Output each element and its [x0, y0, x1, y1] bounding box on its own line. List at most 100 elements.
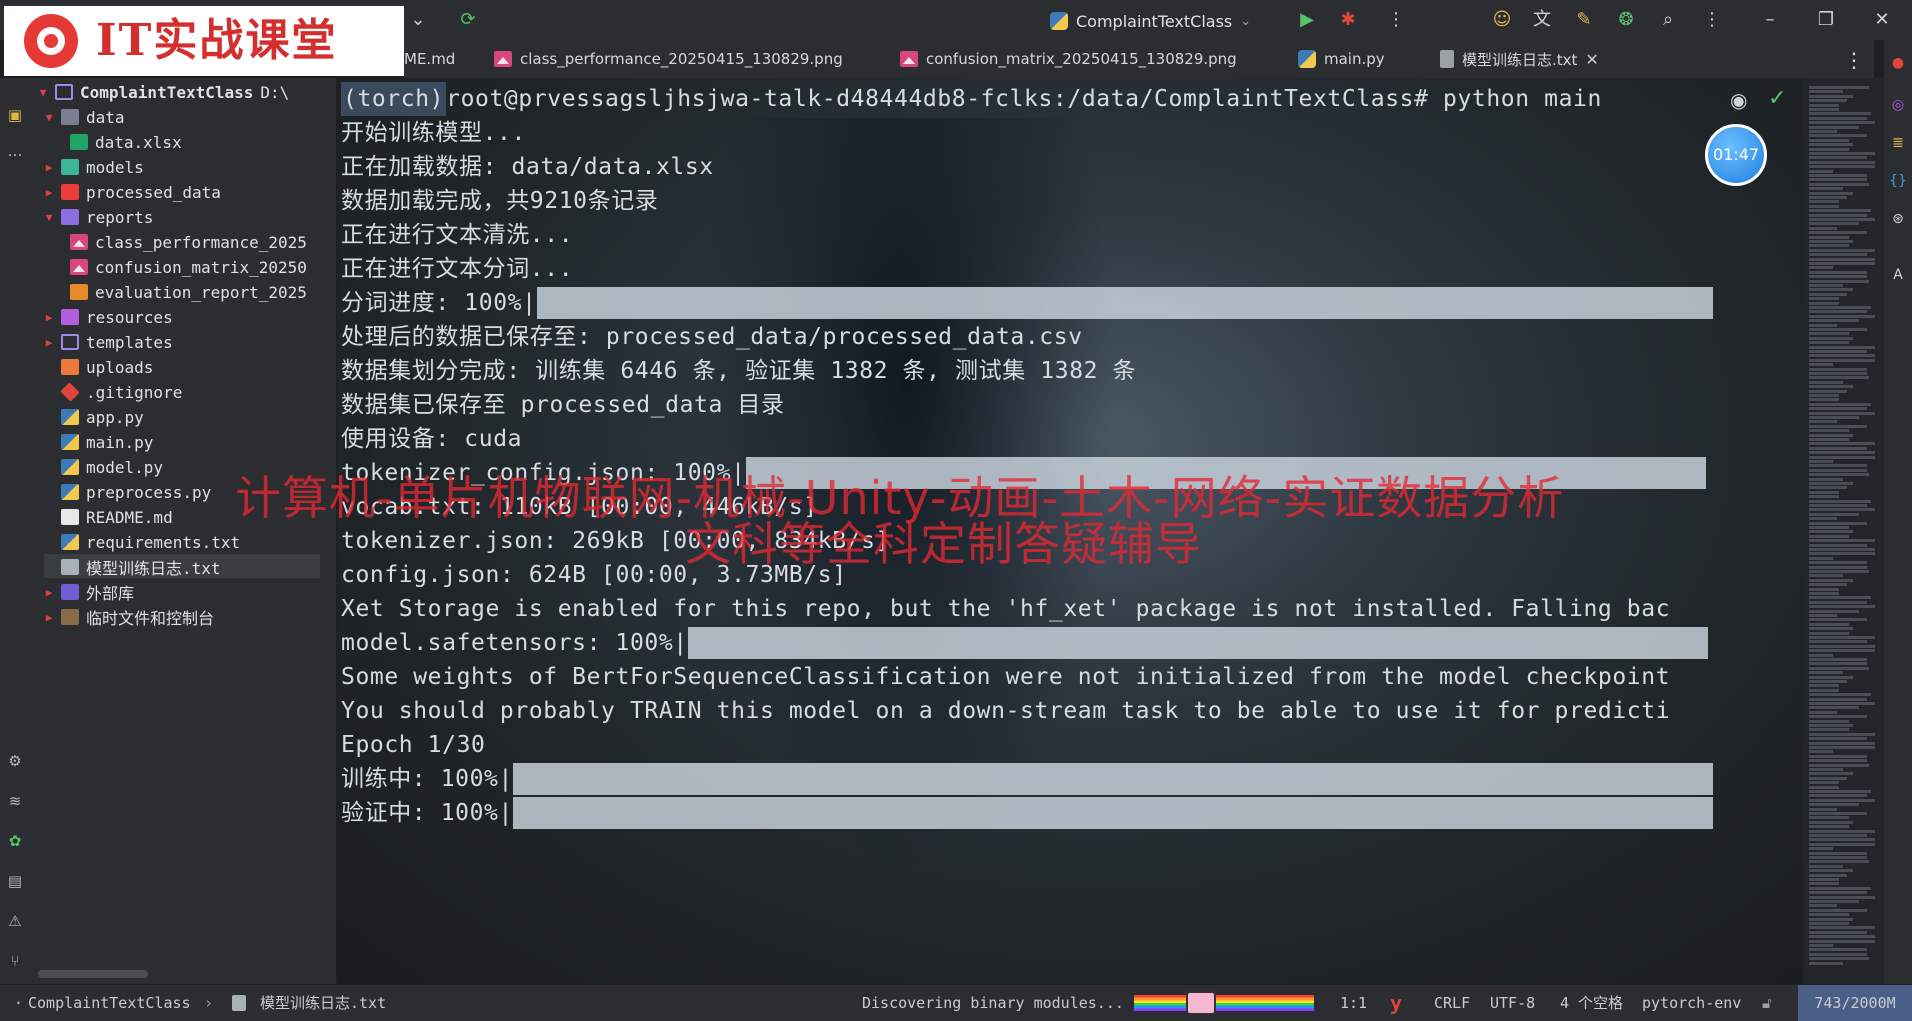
- memory-indicator[interactable]: 743/2000M: [1798, 985, 1912, 1021]
- minimap-line: [1809, 310, 1867, 314]
- tree-item-requirements[interactable]: requirements.txt: [61, 530, 240, 554]
- expand-arrow-icon[interactable]: ▼: [44, 111, 54, 124]
- file-encoding[interactable]: UTF-8: [1490, 985, 1535, 1021]
- more-tools-icon[interactable]: …: [4, 140, 26, 162]
- tab-main-py[interactable]: main.py: [1298, 40, 1385, 78]
- tree-item-class-performance[interactable]: class_performance_2025: [70, 230, 307, 254]
- tree-item-processed-data[interactable]: ▶ processed_data: [44, 180, 221, 204]
- problems-icon[interactable]: ⚠: [4, 910, 26, 932]
- tree-item-model-py[interactable]: model.py: [61, 455, 163, 479]
- indentation[interactable]: 4 个空格: [1560, 985, 1623, 1021]
- close-tab-icon[interactable]: ✕: [1585, 50, 1598, 69]
- tree-item-reports[interactable]: ▼ reports: [44, 205, 154, 229]
- debug-icon[interactable]: ✱: [1336, 8, 1360, 32]
- chevron-down-icon[interactable]: ⌄: [406, 8, 430, 32]
- database-icon[interactable]: ≣: [1889, 134, 1907, 152]
- tree-item-training-log[interactable]: 模型训练日志.txt: [61, 555, 221, 579]
- minimap-line: [1809, 526, 1849, 529]
- tree-item-data-xlsx[interactable]: data.xlsx: [70, 130, 182, 154]
- run-icon[interactable]: ▶: [1295, 8, 1319, 32]
- tree-item-data[interactable]: ▼ data: [44, 105, 125, 129]
- background-task[interactable]: Discovering binary modules...: [862, 985, 1124, 1021]
- line-ending[interactable]: CRLF: [1434, 985, 1470, 1021]
- collapse-arrow-icon[interactable]: ▶: [44, 311, 54, 324]
- minimap-line: [1809, 147, 1849, 151]
- maximize-icon[interactable]: ❐: [1814, 8, 1838, 32]
- tab-readme[interactable]: ME.md: [404, 40, 455, 78]
- tree-item-readme[interactable]: README.md: [61, 505, 173, 529]
- terminal-icon[interactable]: ▤: [4, 870, 26, 892]
- more-actions-icon[interactable]: ⋮: [1384, 8, 1408, 32]
- tree-item-templates[interactable]: ▶ templates: [44, 330, 173, 354]
- services-icon[interactable]: ✿: [4, 830, 26, 852]
- horizontal-scrollbar[interactable]: [38, 970, 148, 978]
- tab-class-performance[interactable]: class_performance_20250415_130829.png: [494, 40, 843, 78]
- text-translate-icon[interactable]: A: [1889, 266, 1907, 284]
- tree-item-confusion-matrix[interactable]: confusion_matrix_20250: [70, 255, 307, 279]
- python-icon: [61, 434, 79, 450]
- tools-icon[interactable]: ✎: [1572, 8, 1596, 32]
- lock-icon[interactable]: 🔓︎: [1762, 985, 1772, 1021]
- run-configuration-selector[interactable]: ComplaintTextClass ⌄: [1050, 8, 1251, 34]
- collapse-arrow-icon[interactable]: ▶: [44, 336, 54, 349]
- scientific-mode-icon[interactable]: ⊛: [1889, 210, 1907, 228]
- python-interpreter[interactable]: pytorch-env: [1642, 985, 1741, 1021]
- tree-item-label: README.md: [86, 507, 173, 527]
- tree-item-preprocess-py[interactable]: preprocess.py: [61, 480, 211, 504]
- tab-training-log[interactable]: 模型训练日志.txt ✕: [1432, 40, 1607, 80]
- breadcrumb-file[interactable]: 模型训练日志.txt: [260, 985, 386, 1021]
- text-file-icon: [1440, 50, 1454, 68]
- minimize-icon[interactable]: –: [1758, 8, 1782, 32]
- tree-item-evaluation-report[interactable]: evaluation_report_2025: [70, 280, 307, 304]
- tree-item-scratches[interactable]: ▶ 临时文件和控制台: [44, 605, 214, 629]
- reader-mode-icon[interactable]: ◉: [1730, 88, 1747, 112]
- python-packages-icon[interactable]: ⚙: [4, 750, 26, 772]
- tree-item-uploads[interactable]: uploads: [61, 355, 153, 379]
- breadcrumb-project[interactable]: ComplaintTextClass: [28, 985, 191, 1021]
- json-icon[interactable]: {}: [1889, 172, 1907, 190]
- translate-icon[interactable]: 文: [1530, 8, 1554, 32]
- collapse-arrow-icon[interactable]: ▶: [44, 161, 54, 174]
- ai-chat-icon[interactable]: ◎: [1889, 96, 1907, 114]
- notifications-icon[interactable]: ●: [1889, 54, 1907, 72]
- git-icon[interactable]: ⑂: [4, 950, 26, 972]
- collapse-arrow-icon[interactable]: ▶: [44, 186, 54, 199]
- tree-item-external-libraries[interactable]: ▶ 外部库: [44, 580, 134, 604]
- ai-assistant-icon[interactable]: ❂: [1614, 8, 1638, 32]
- tree-item-main-py[interactable]: main.py: [61, 430, 153, 454]
- minimap-line: [1809, 961, 1843, 965]
- tree-item-gitignore[interactable]: .gitignore: [60, 380, 182, 404]
- expand-arrow-icon[interactable]: ▼: [38, 86, 48, 99]
- caret-position[interactable]: 1:1: [1340, 985, 1367, 1021]
- collapse-arrow-icon[interactable]: ▶: [44, 611, 54, 624]
- minimap-line: [1809, 284, 1843, 287]
- tree-item-label: 临时文件和控制台: [86, 609, 215, 628]
- minimap-line: [1809, 187, 1843, 191]
- collapse-arrow-icon[interactable]: ▶: [44, 586, 54, 599]
- minimap-line: [1809, 790, 1871, 793]
- expand-arrow-icon[interactable]: ▼: [44, 211, 54, 224]
- minimap-line: [1809, 759, 1867, 763]
- search-icon[interactable]: ⌕: [1656, 8, 1680, 32]
- tab-confusion-matrix[interactable]: confusion_matrix_20250415_130829.png: [900, 40, 1237, 78]
- tree-root[interactable]: ▼ ComplaintTextClass D:\: [38, 80, 290, 104]
- tab-options-icon[interactable]: ⋮: [1844, 48, 1864, 72]
- tree-item-app-py[interactable]: app.py: [61, 405, 144, 429]
- folder-icon: [61, 159, 79, 175]
- minimap-line: [1809, 812, 1867, 815]
- close-window-icon[interactable]: ✕: [1870, 8, 1894, 32]
- layers-icon[interactable]: ≋: [4, 790, 26, 812]
- tree-item-label: 外部库: [86, 584, 135, 603]
- minimap-line: [1809, 671, 1843, 675]
- no-problems-check-icon[interactable]: ✓: [1768, 86, 1786, 111]
- tree-item-resources[interactable]: ▶ resources: [44, 305, 173, 329]
- project-view-icon[interactable]: ▣: [4, 104, 26, 126]
- minimap-line: [1809, 719, 1849, 723]
- yandex-icon[interactable]: y: [1390, 985, 1402, 1021]
- settings-more-icon[interactable]: ⋮: [1700, 8, 1724, 32]
- tree-item-models[interactable]: ▶ models: [44, 155, 144, 179]
- code-with-me-icon[interactable]: ☺: [1490, 8, 1514, 32]
- log-line: 正在进行文本清洗...: [341, 222, 574, 248]
- minimap[interactable]: [1803, 78, 1883, 984]
- sync-icon[interactable]: ⟳: [456, 8, 480, 32]
